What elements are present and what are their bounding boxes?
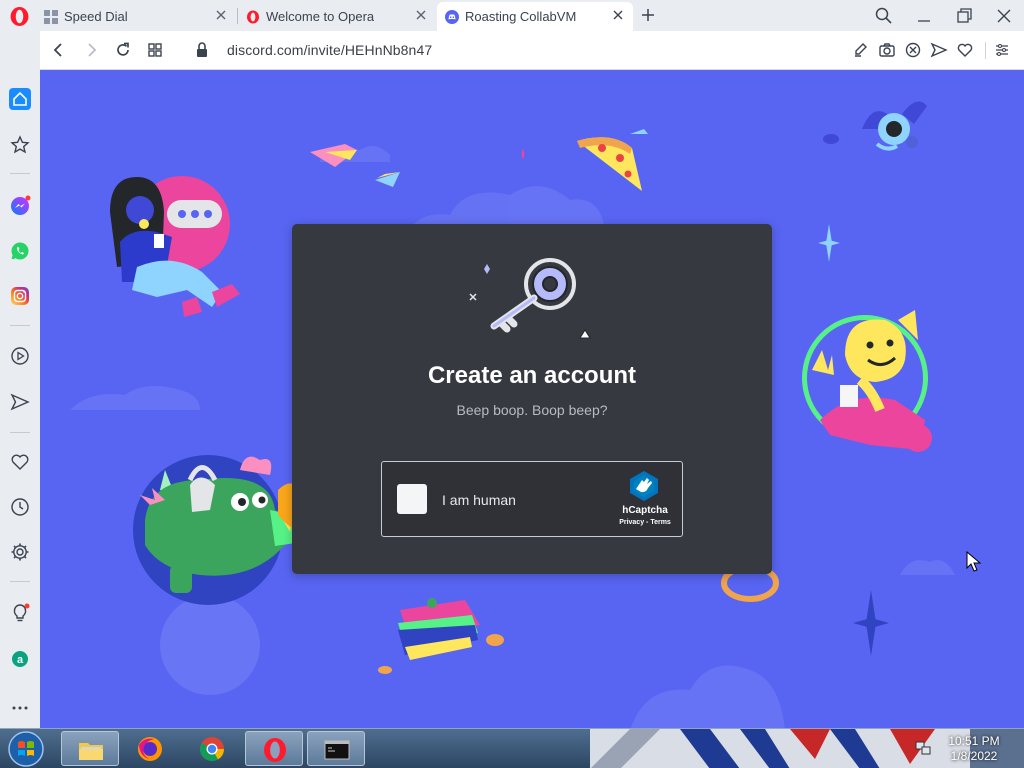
terminal-icon [324, 740, 350, 760]
yellow-character-illustration [802, 310, 932, 452]
reload-icon[interactable] [114, 41, 132, 59]
history-icon[interactable] [9, 496, 31, 518]
tabs-grid-icon[interactable] [146, 41, 164, 59]
home-icon[interactable] [9, 88, 31, 110]
more-icon[interactable] [9, 697, 31, 719]
close-tab-icon[interactable] [214, 8, 228, 22]
sparkle-icon [521, 148, 525, 160]
taskbar-command-prompt[interactable] [307, 731, 365, 766]
send-icon[interactable] [930, 41, 948, 59]
instagram-icon[interactable] [9, 285, 31, 307]
whatsapp-icon[interactable] [9, 240, 31, 262]
messenger-icon[interactable] [9, 195, 31, 217]
restore-icon[interactable] [954, 6, 974, 26]
taskbar-clock[interactable]: 10:51 PM 1/8/2022 [940, 734, 1008, 764]
taskbar-opera[interactable] [245, 731, 303, 766]
tab-title: Welcome to Opera [266, 9, 375, 24]
hcaptcha-widget[interactable]: I am human hCaptcha Privacy - Terms [381, 461, 683, 537]
settings-icon[interactable] [9, 541, 31, 563]
tab-title: Roasting CollabVM [465, 9, 577, 24]
modal-title: Create an account [427, 362, 637, 389]
camera-icon[interactable] [878, 41, 896, 59]
forward-icon[interactable] [82, 41, 100, 59]
folder-icon [79, 743, 103, 760]
tab-strip: Speed Dial Welcome to Opera Roasting Col… [0, 0, 1024, 31]
minimize-icon[interactable] [914, 6, 934, 26]
search-tabs-icon[interactable] [874, 6, 894, 26]
key-illustration [469, 258, 591, 339]
lock-icon[interactable] [195, 41, 209, 59]
sidebar-separator [10, 325, 30, 326]
captcha-brand: hCaptcha [622, 505, 668, 516]
sparkle-icon [853, 590, 889, 656]
sidebar-separator [10, 173, 30, 174]
windows-start-button[interactable] [4, 730, 48, 768]
mouse-cursor-icon [966, 551, 982, 572]
sandwich-illustration [378, 598, 504, 674]
discord-invite-page: Create an account Beep boop. Boop beep? … [40, 70, 1024, 728]
chrome-icon [199, 737, 224, 762]
tab-roasting-collabvm[interactable]: Roasting CollabVM [437, 2, 633, 31]
sidebar-separator [10, 432, 30, 433]
captcha-checkbox[interactable] [397, 484, 427, 514]
close-window-icon[interactable] [994, 6, 1014, 26]
opera-menu-icon[interactable] [9, 6, 30, 27]
url-field[interactable]: discord.com/invite/HEHnNb8n47 [227, 42, 432, 58]
svg-text:a: a [17, 654, 24, 666]
windows-taskbar: 10:51 PM 1/8/2022 [0, 728, 1024, 768]
winged-creature-illustration [862, 101, 927, 151]
taskbar-firefox[interactable] [121, 731, 179, 766]
tab-separator [237, 8, 238, 24]
new-tab-icon[interactable] [640, 7, 656, 23]
tab-speed-dial[interactable]: Speed Dial [44, 2, 236, 31]
close-tab-icon[interactable] [611, 8, 625, 22]
snapshot-edit-icon[interactable] [852, 41, 870, 59]
tab-welcome-to-opera[interactable]: Welcome to Opera [246, 2, 436, 31]
pizza-illustration [577, 129, 648, 191]
taskbar-chrome[interactable] [183, 731, 241, 766]
back-icon[interactable] [50, 41, 68, 59]
firefox-icon [138, 737, 162, 761]
send-flow-icon[interactable] [9, 391, 31, 413]
heart-icon[interactable] [956, 41, 974, 59]
address-toolbar: discord.com/invite/HEHnNb8n47 [40, 31, 1024, 70]
star-icon[interactable] [9, 134, 31, 156]
network-icon[interactable] [914, 739, 932, 757]
captcha-privacy-terms-links[interactable]: Privacy - Terms [602, 519, 688, 526]
ad-block-icon[interactable] [904, 41, 922, 59]
clock-time: 10:51 PM [948, 734, 1000, 748]
create-account-modal: Create an account Beep boop. Boop beep? … [292, 224, 772, 574]
heart-icon[interactable] [9, 451, 31, 473]
green-dino-illustration [133, 455, 305, 605]
speed-dial-icon [44, 9, 58, 24]
sidebar-separator [10, 581, 30, 582]
tab-title: Speed Dial [64, 9, 128, 24]
small-creature-icon [823, 134, 839, 144]
captcha-label: I am human [442, 492, 516, 508]
opera-sidebar: a [0, 31, 40, 728]
opera-icon [264, 738, 286, 762]
modal-subtitle: Beep boop. Boop beep? [456, 402, 608, 418]
sparkle-icon [818, 224, 840, 262]
girl-with-phone-illustration [110, 176, 240, 317]
opera-icon [247, 10, 259, 23]
taskbar-file-explorer[interactable] [61, 731, 119, 766]
player-icon[interactable] [9, 345, 31, 367]
extension-icon[interactable]: a [9, 648, 31, 670]
hcaptcha-logo-icon [630, 471, 658, 501]
easy-setup-icon[interactable] [993, 41, 1011, 59]
lightbulb-icon[interactable] [9, 602, 31, 624]
paper-planes-illustration [310, 144, 400, 187]
close-tab-icon[interactable] [414, 8, 428, 22]
toolbar-divider [985, 42, 986, 59]
discord-icon [445, 9, 459, 24]
clock-date: 1/8/2022 [950, 749, 998, 763]
